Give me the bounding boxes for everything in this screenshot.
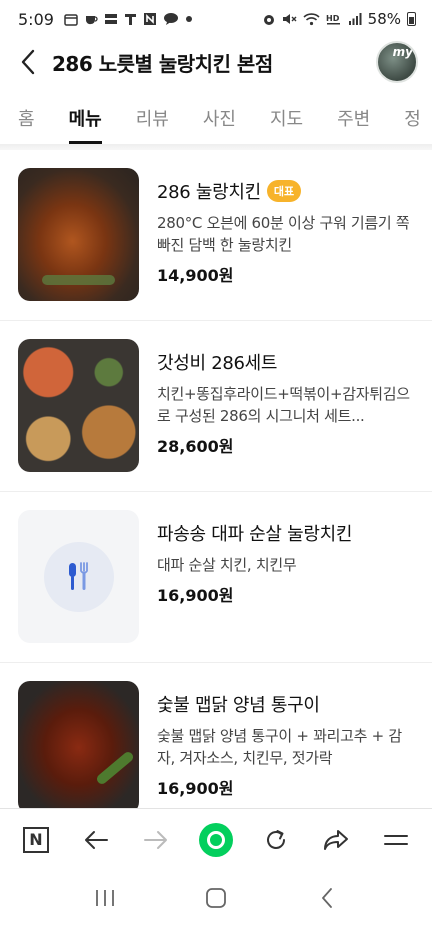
menu-item-photo: [18, 168, 139, 301]
tab-menu[interactable]: 메뉴: [68, 92, 102, 144]
header: 286 노릇별 눌랑치킨 본점 my: [0, 38, 432, 86]
samsung-card-icon: [104, 12, 118, 26]
placeholder-circle: [43, 541, 114, 612]
alarm-icon: [262, 12, 276, 26]
menu-item-price: 28,600원: [157, 437, 234, 456]
menu-item[interactable]: 파송송 대파 순살 눌랑치킨 대파 순살 치킨, 치킨무 16,900원: [0, 492, 432, 663]
cup-icon: [84, 12, 98, 26]
home-square-icon: [206, 888, 226, 908]
dot-icon: [185, 15, 193, 23]
tab-nearby[interactable]: 주변: [337, 92, 370, 144]
menu-item-info: 갓성비 286세트 치킨+똥집후라이드+떡볶이+감자튀김으로 구성된 286의 …: [157, 339, 414, 457]
menu-icon: [384, 834, 408, 845]
page-title: 286 노릇별 눌랑치킨 본점: [52, 51, 273, 76]
home-button[interactable]: [196, 878, 236, 918]
refresh-button[interactable]: [254, 818, 298, 862]
menu-item-name: 파송송 대파 순살 눌랑치킨: [157, 524, 353, 545]
tab-home[interactable]: 홈: [18, 92, 35, 144]
menu-item-name-row: 파송송 대파 순살 눌랑치킨: [157, 520, 414, 546]
browser-menu-button[interactable]: [374, 818, 418, 862]
status-right: HD 58%: [262, 10, 416, 28]
hd-icon: HD: [326, 12, 342, 26]
menu-item-description: 치킨+똥집후라이드+떡볶이+감자튀김으로 구성된 286의 시그니처 세트...: [157, 385, 410, 425]
status-time: 5:09: [18, 9, 54, 29]
menu-item-name-row: 갓성비 286세트: [157, 349, 414, 375]
calendar-icon: [64, 13, 78, 26]
signal-icon: [348, 12, 362, 26]
menu-item-info: 파송송 대파 순살 눌랑치킨 대파 순살 치킨, 치킨무 16,900원: [157, 510, 414, 606]
tab-reviews[interactable]: 리뷰: [136, 92, 169, 144]
browser-toolbar: N: [0, 808, 432, 870]
menu-list: 286 눌랑치킨 대표 280°C 오븐에 60분 이상 구워 기름기 쪽 빠진…: [0, 150, 432, 834]
green-dot-icon: [199, 822, 233, 857]
signature-badge: 대표: [266, 180, 302, 202]
wifi-icon: [303, 12, 320, 26]
browser-forward-button[interactable]: [134, 818, 178, 862]
chevron-left-icon: [321, 888, 332, 908]
t-icon: [124, 12, 137, 26]
menu-item-price: 16,900원: [157, 779, 234, 798]
tab-info[interactable]: 정: [404, 92, 421, 144]
menu-item[interactable]: 갓성비 286세트 치킨+똥집후라이드+떡볶이+감자튀김으로 구성된 286의 …: [0, 321, 432, 492]
forward-arrow-icon: [144, 830, 167, 849]
avatar-label: my: [392, 45, 413, 59]
menu-item-photo: [18, 681, 139, 814]
menu-item-info: 286 눌랑치킨 대표 280°C 오븐에 60분 이상 구워 기름기 쪽 빠진…: [157, 168, 414, 286]
menu-item-name: 286 눌랑치킨: [157, 182, 261, 203]
chevron-left-icon: [21, 49, 35, 75]
recent-apps-button[interactable]: [85, 878, 125, 918]
svg-text:HD: HD: [326, 14, 340, 23]
mute-icon: [282, 12, 297, 26]
menu-item-photo: [18, 339, 139, 472]
menu-item-description: 숯불 맵닭 양념 통구이 + 꽈리고추 + 감자, 겨자소스, 치킨무, 젓가락: [157, 727, 402, 767]
status-left: 5:09: [18, 10, 193, 29]
share-icon: [324, 829, 348, 850]
menu-item-photo-placeholder: [18, 510, 139, 643]
utensils-icon: [68, 561, 88, 590]
menu-item-name: 숯불 맵닭 양념 통구이: [157, 695, 320, 716]
menu-item-price: 14,900원: [157, 266, 234, 285]
system-nav-bar: [0, 870, 432, 926]
system-back-button[interactable]: [307, 878, 347, 918]
recent-apps-icon: [96, 890, 115, 906]
tab-map[interactable]: 지도: [270, 92, 303, 144]
avatar[interactable]: my: [376, 41, 418, 83]
battery-icon: [407, 12, 416, 26]
naver-green-dot-button[interactable]: [194, 818, 238, 862]
menu-item-name-row: 286 눌랑치킨 대표: [157, 178, 414, 204]
back-button[interactable]: [14, 46, 42, 78]
refresh-icon: [267, 829, 285, 849]
n-icon: [143, 12, 157, 26]
share-button[interactable]: [314, 818, 358, 862]
battery-percent: 58%: [367, 10, 401, 28]
browser-back-button[interactable]: [74, 818, 118, 862]
back-arrow-icon: [85, 830, 108, 849]
menu-item-description: 280°C 오븐에 60분 이상 구워 기름기 쪽 빠진 담백 한 눌랑치킨: [157, 214, 410, 254]
menu-item-name-row: 숯불 맵닭 양념 통구이: [157, 691, 414, 717]
menu-item-description: 대파 순살 치킨, 치킨무: [157, 556, 297, 574]
tab-photos[interactable]: 사진: [203, 92, 236, 144]
menu-item-name: 갓성비 286세트: [157, 353, 278, 374]
naver-home-button[interactable]: N: [14, 818, 58, 862]
menu-item[interactable]: 286 눌랑치킨 대표 280°C 오븐에 60분 이상 구워 기름기 쪽 빠진…: [0, 150, 432, 321]
menu-item-info: 숯불 맵닭 양념 통구이 숯불 맵닭 양념 통구이 + 꽈리고추 + 감자, 겨…: [157, 681, 414, 799]
menu-item-price: 16,900원: [157, 586, 234, 605]
talk-icon: [163, 12, 179, 26]
status-bar: 5:09 HD 58%: [0, 0, 432, 38]
naver-n-icon: N: [23, 826, 49, 853]
tab-bar: 홈 메뉴 리뷰 사진 지도 주변 정: [0, 92, 432, 144]
